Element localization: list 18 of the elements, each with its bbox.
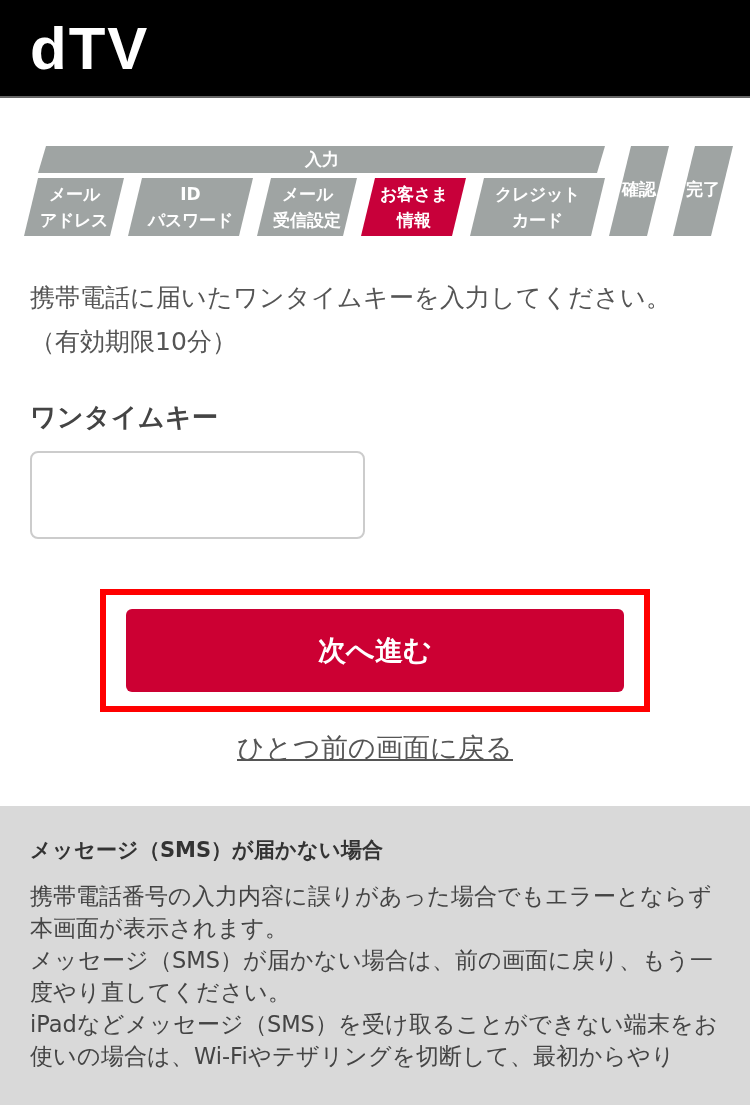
back-link[interactable]: ひとつ前の画面に戻る xyxy=(237,732,513,763)
notice-text: 携帯電話番号の入力内容に誤りがあった場合でもエラーとならず本画面が表示されます。 xyxy=(30,882,713,943)
step-group-label: 入力 xyxy=(38,146,605,173)
notice-title: メッセージ（SMS）が届かない場合 xyxy=(30,837,385,864)
progress-step: ID パスワード xyxy=(128,178,253,236)
progress-step: 完了 xyxy=(673,146,733,236)
progress-step: クレジット カード xyxy=(470,178,605,236)
progress-step: お客さま 情報 xyxy=(361,178,466,236)
progress-step: メール アドレス xyxy=(24,178,124,236)
logo: dTV xyxy=(30,13,150,83)
progress-step: 確認 xyxy=(609,146,669,236)
progress-step: メール 受信設定 xyxy=(257,178,357,236)
field-label: ワンタイムキー xyxy=(30,401,219,434)
input-field[interactable] xyxy=(30,451,365,539)
next-button[interactable]: 次へ進む xyxy=(126,609,624,692)
notice-text: iPadなどメッセージ（SMS）を受け取ることができない端末をお使いの場合は、Wi-Fiやテザリングを切断して、最初からやり xyxy=(30,1010,719,1071)
instruction-text: 携帯電話に届いたワンタイムキーを入力してください。（有効期限10分） xyxy=(30,282,672,358)
notice-text: メッセージ（SMS）が届かない場合は、前の画面に戻り、もう一度やり直してください。 xyxy=(30,946,714,1007)
